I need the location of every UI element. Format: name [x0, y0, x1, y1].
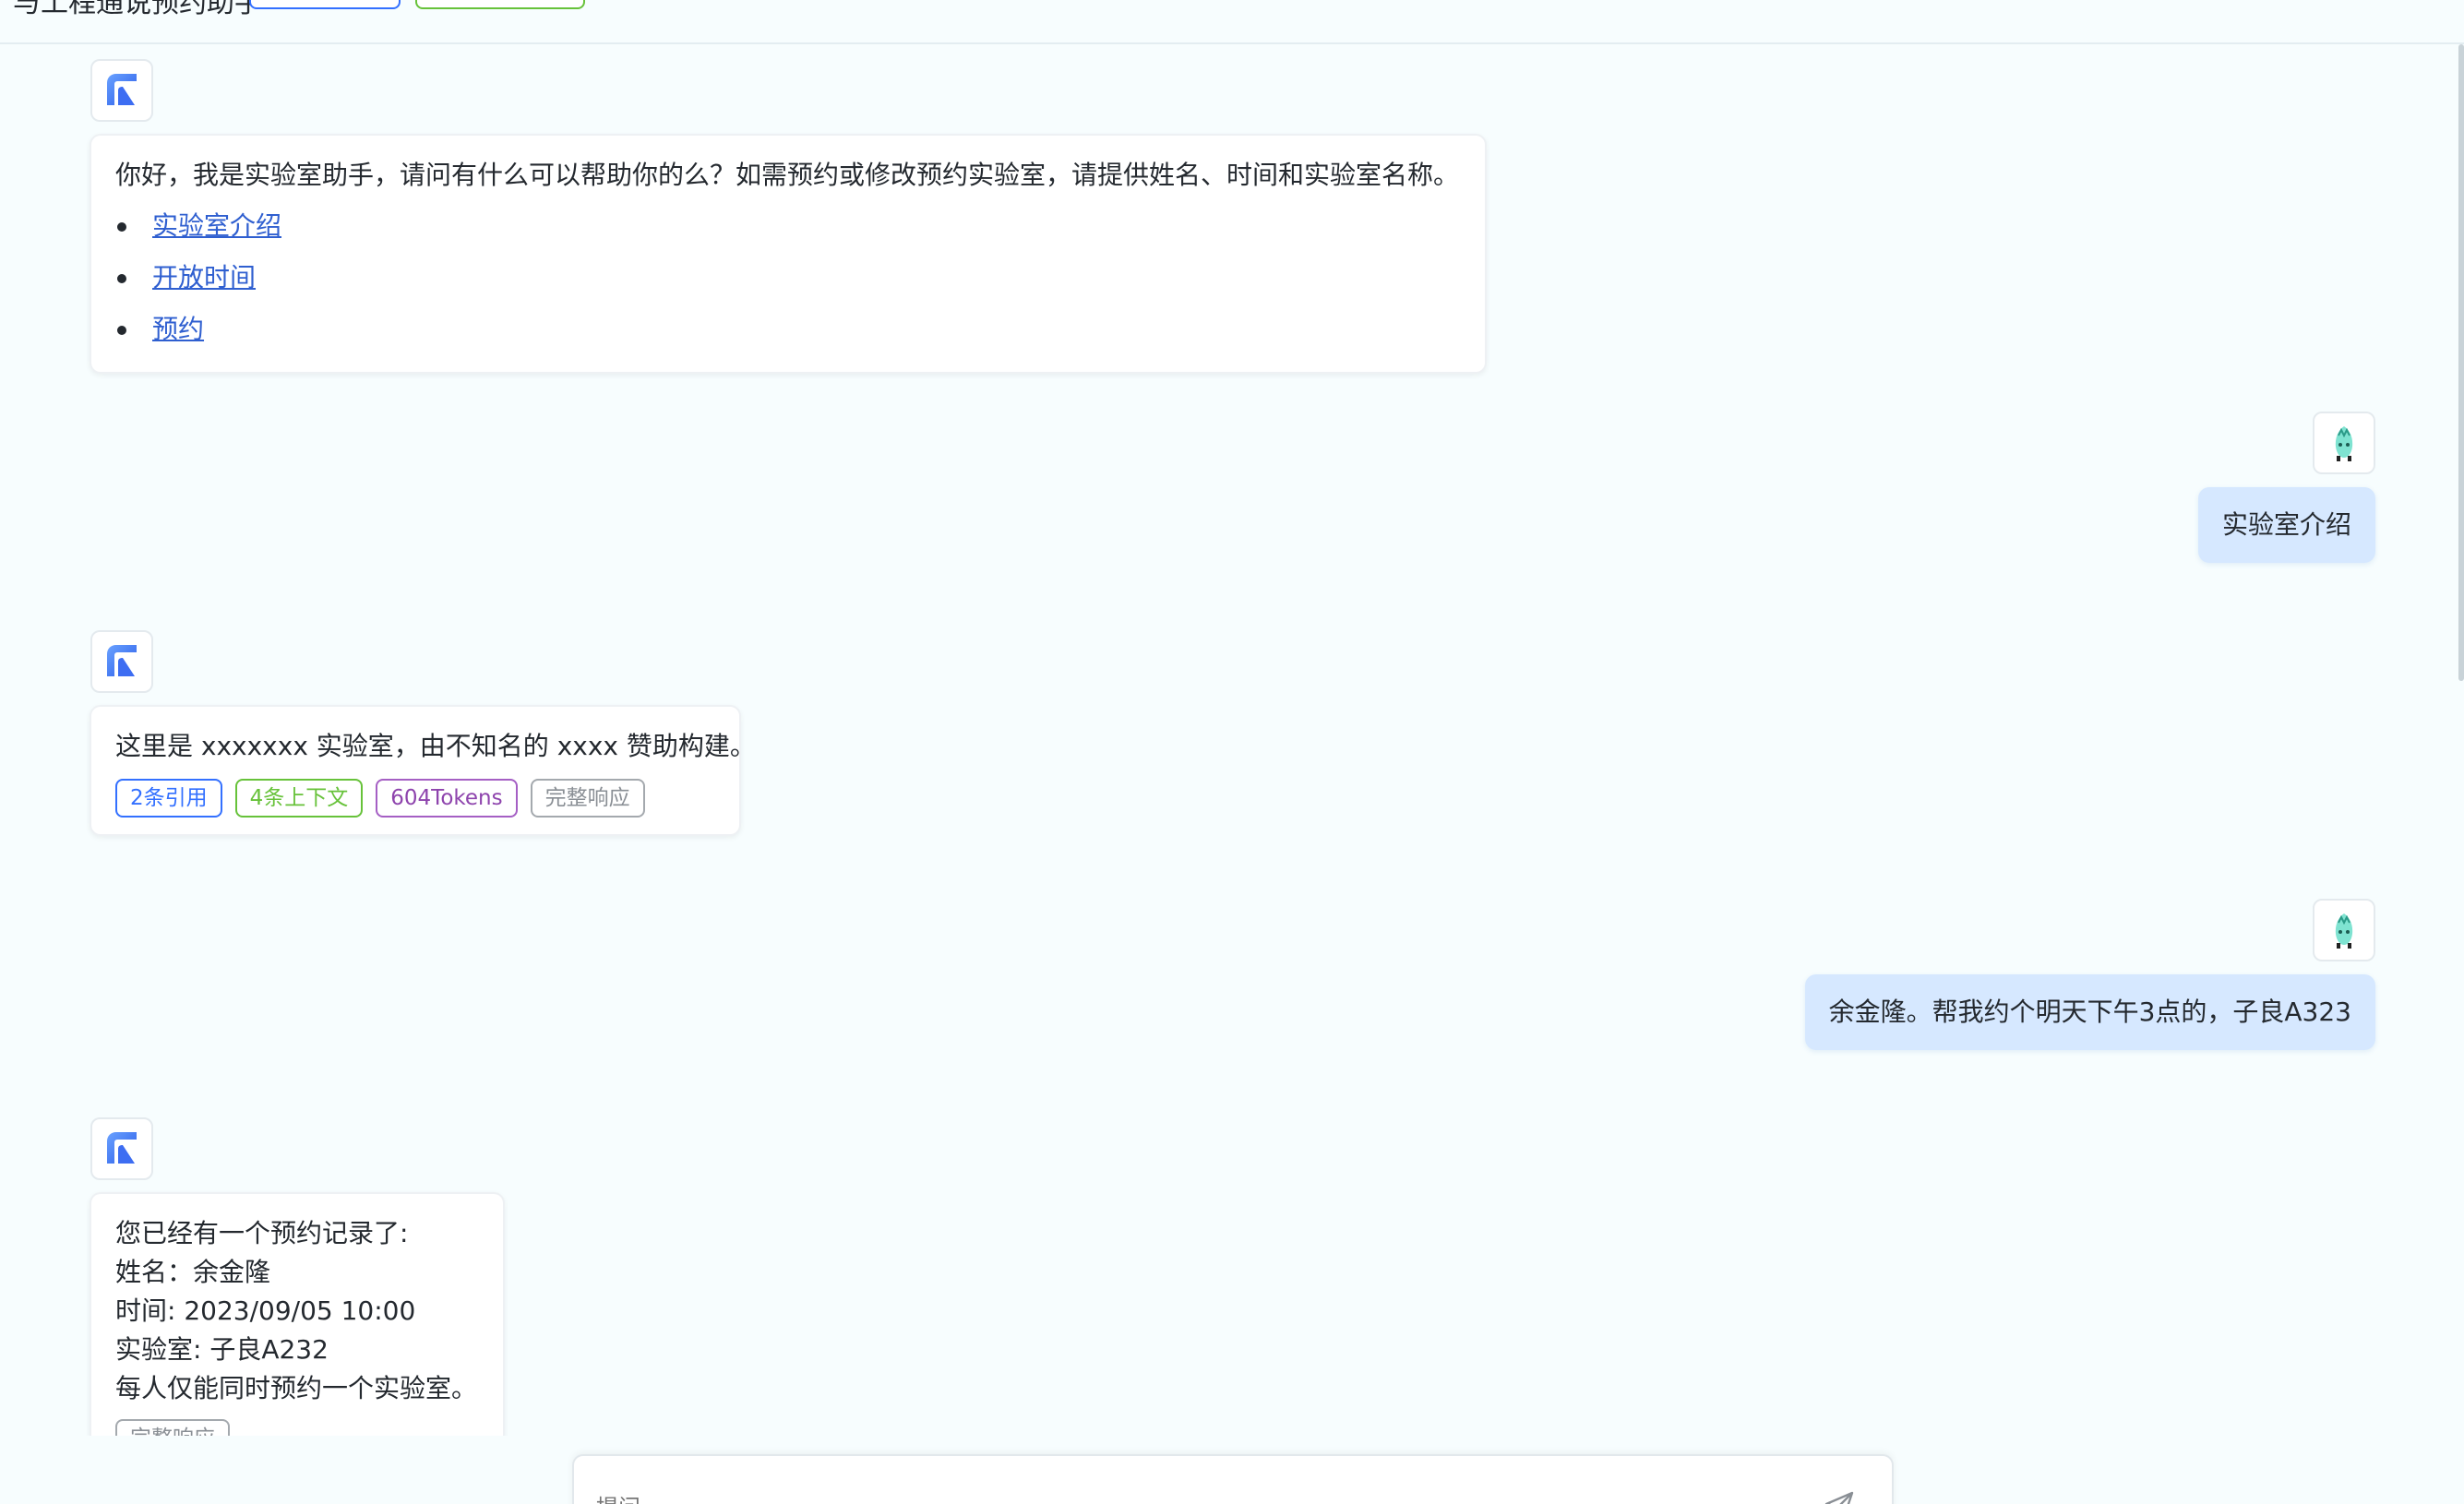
response-tag-row: 2条引用 4条上下文 604Tokens 完整响应 — [115, 779, 715, 818]
user-avatar — [2313, 899, 2375, 961]
assistant-avatar — [90, 630, 153, 693]
user-message-2: 余金隆。帮我约个明天下午3点的，子良A323 — [1804, 974, 2375, 1050]
quick-link-item: 预约 — [115, 304, 1461, 355]
booking-line-rule: 每人仅能同时预约一个实验室。 — [115, 1373, 478, 1403]
header-tag-status[interactable] — [415, 0, 585, 9]
assistant-message-text: 你好，我是实验室助手，请问有什么可以帮助你的么？如需预约或修改预约实验室，请提供… — [115, 160, 1460, 190]
user-avatar — [2313, 412, 2375, 474]
chat-scrollbar[interactable] — [2458, 44, 2464, 681]
send-icon[interactable] — [1824, 1489, 1855, 1504]
full-response-tag[interactable]: 完整响应 — [530, 779, 645, 818]
assistant-message-2: 这里是 xxxxxxx 实验室，由不知名的 xxxx 赞助构建。 2条引用 4条… — [90, 705, 756, 836]
brand-logo-icon — [107, 1132, 137, 1164]
token-count-tag[interactable]: 604Tokens — [376, 779, 518, 818]
brand-logo-icon — [107, 74, 137, 105]
chat-header: 与工程通说预约助手 — [0, 0, 2464, 44]
user-avatar-icon — [2335, 913, 2353, 949]
user-message-1: 实验室介绍 — [2197, 487, 2375, 563]
quick-link-item: 实验室介绍 — [115, 200, 1461, 252]
quick-link-lab-intro[interactable]: 实验室介绍 — [152, 210, 281, 241]
assistant-message-1: 你好，我是实验室助手，请问有什么可以帮助你的么？如需预约或修改预约实验室，请提供… — [90, 134, 1487, 374]
user-message-text: 余金隆。帮我约个明天下午3点的，子良A323 — [1828, 997, 2351, 1027]
user-message-text: 实验室介绍 — [2221, 509, 2351, 540]
assistant-message-3: 您已经有一个预约记录了: 姓名：余金隆 时间: 2023/09/05 10:00… — [90, 1192, 505, 1439]
assistant-avatar — [90, 59, 153, 122]
app-title: 与工程通说预约助手 — [13, 0, 262, 19]
question-input[interactable] — [596, 1489, 1796, 1504]
chat-input-box — [572, 1454, 1894, 1504]
context-count-tag[interactable]: 4条上下文 — [234, 779, 364, 818]
header-tag-model[interactable] — [249, 0, 401, 9]
brand-logo-icon — [107, 645, 137, 676]
user-avatar-icon — [2335, 426, 2353, 461]
booking-line-time: 时间: 2023/09/05 10:00 — [115, 1295, 416, 1326]
quick-link-open-hours[interactable]: 开放时间 — [152, 262, 256, 292]
quote-count-tag[interactable]: 2条引用 — [115, 779, 222, 818]
booking-line: 您已经有一个预约记录了: — [115, 1218, 409, 1248]
quick-link-item: 开放时间 — [115, 252, 1461, 304]
booking-line-lab: 实验室: 子良A232 — [115, 1334, 329, 1365]
booking-line-name: 姓名：余金隆 — [115, 1257, 271, 1287]
assistant-avatar — [90, 1117, 153, 1180]
assistant-message-text: 这里是 xxxxxxx 实验室，由不知名的 xxxx 赞助构建。 — [115, 731, 756, 761]
chat-page: 与工程通说预约助手 你好，我是实验室助手，请问有什么可以帮助你的么？如需预约或修… — [0, 0, 2464, 1504]
quick-link-booking[interactable]: 预约 — [152, 314, 204, 344]
quick-link-list: 实验室介绍 开放时间 预约 — [115, 200, 1461, 355]
